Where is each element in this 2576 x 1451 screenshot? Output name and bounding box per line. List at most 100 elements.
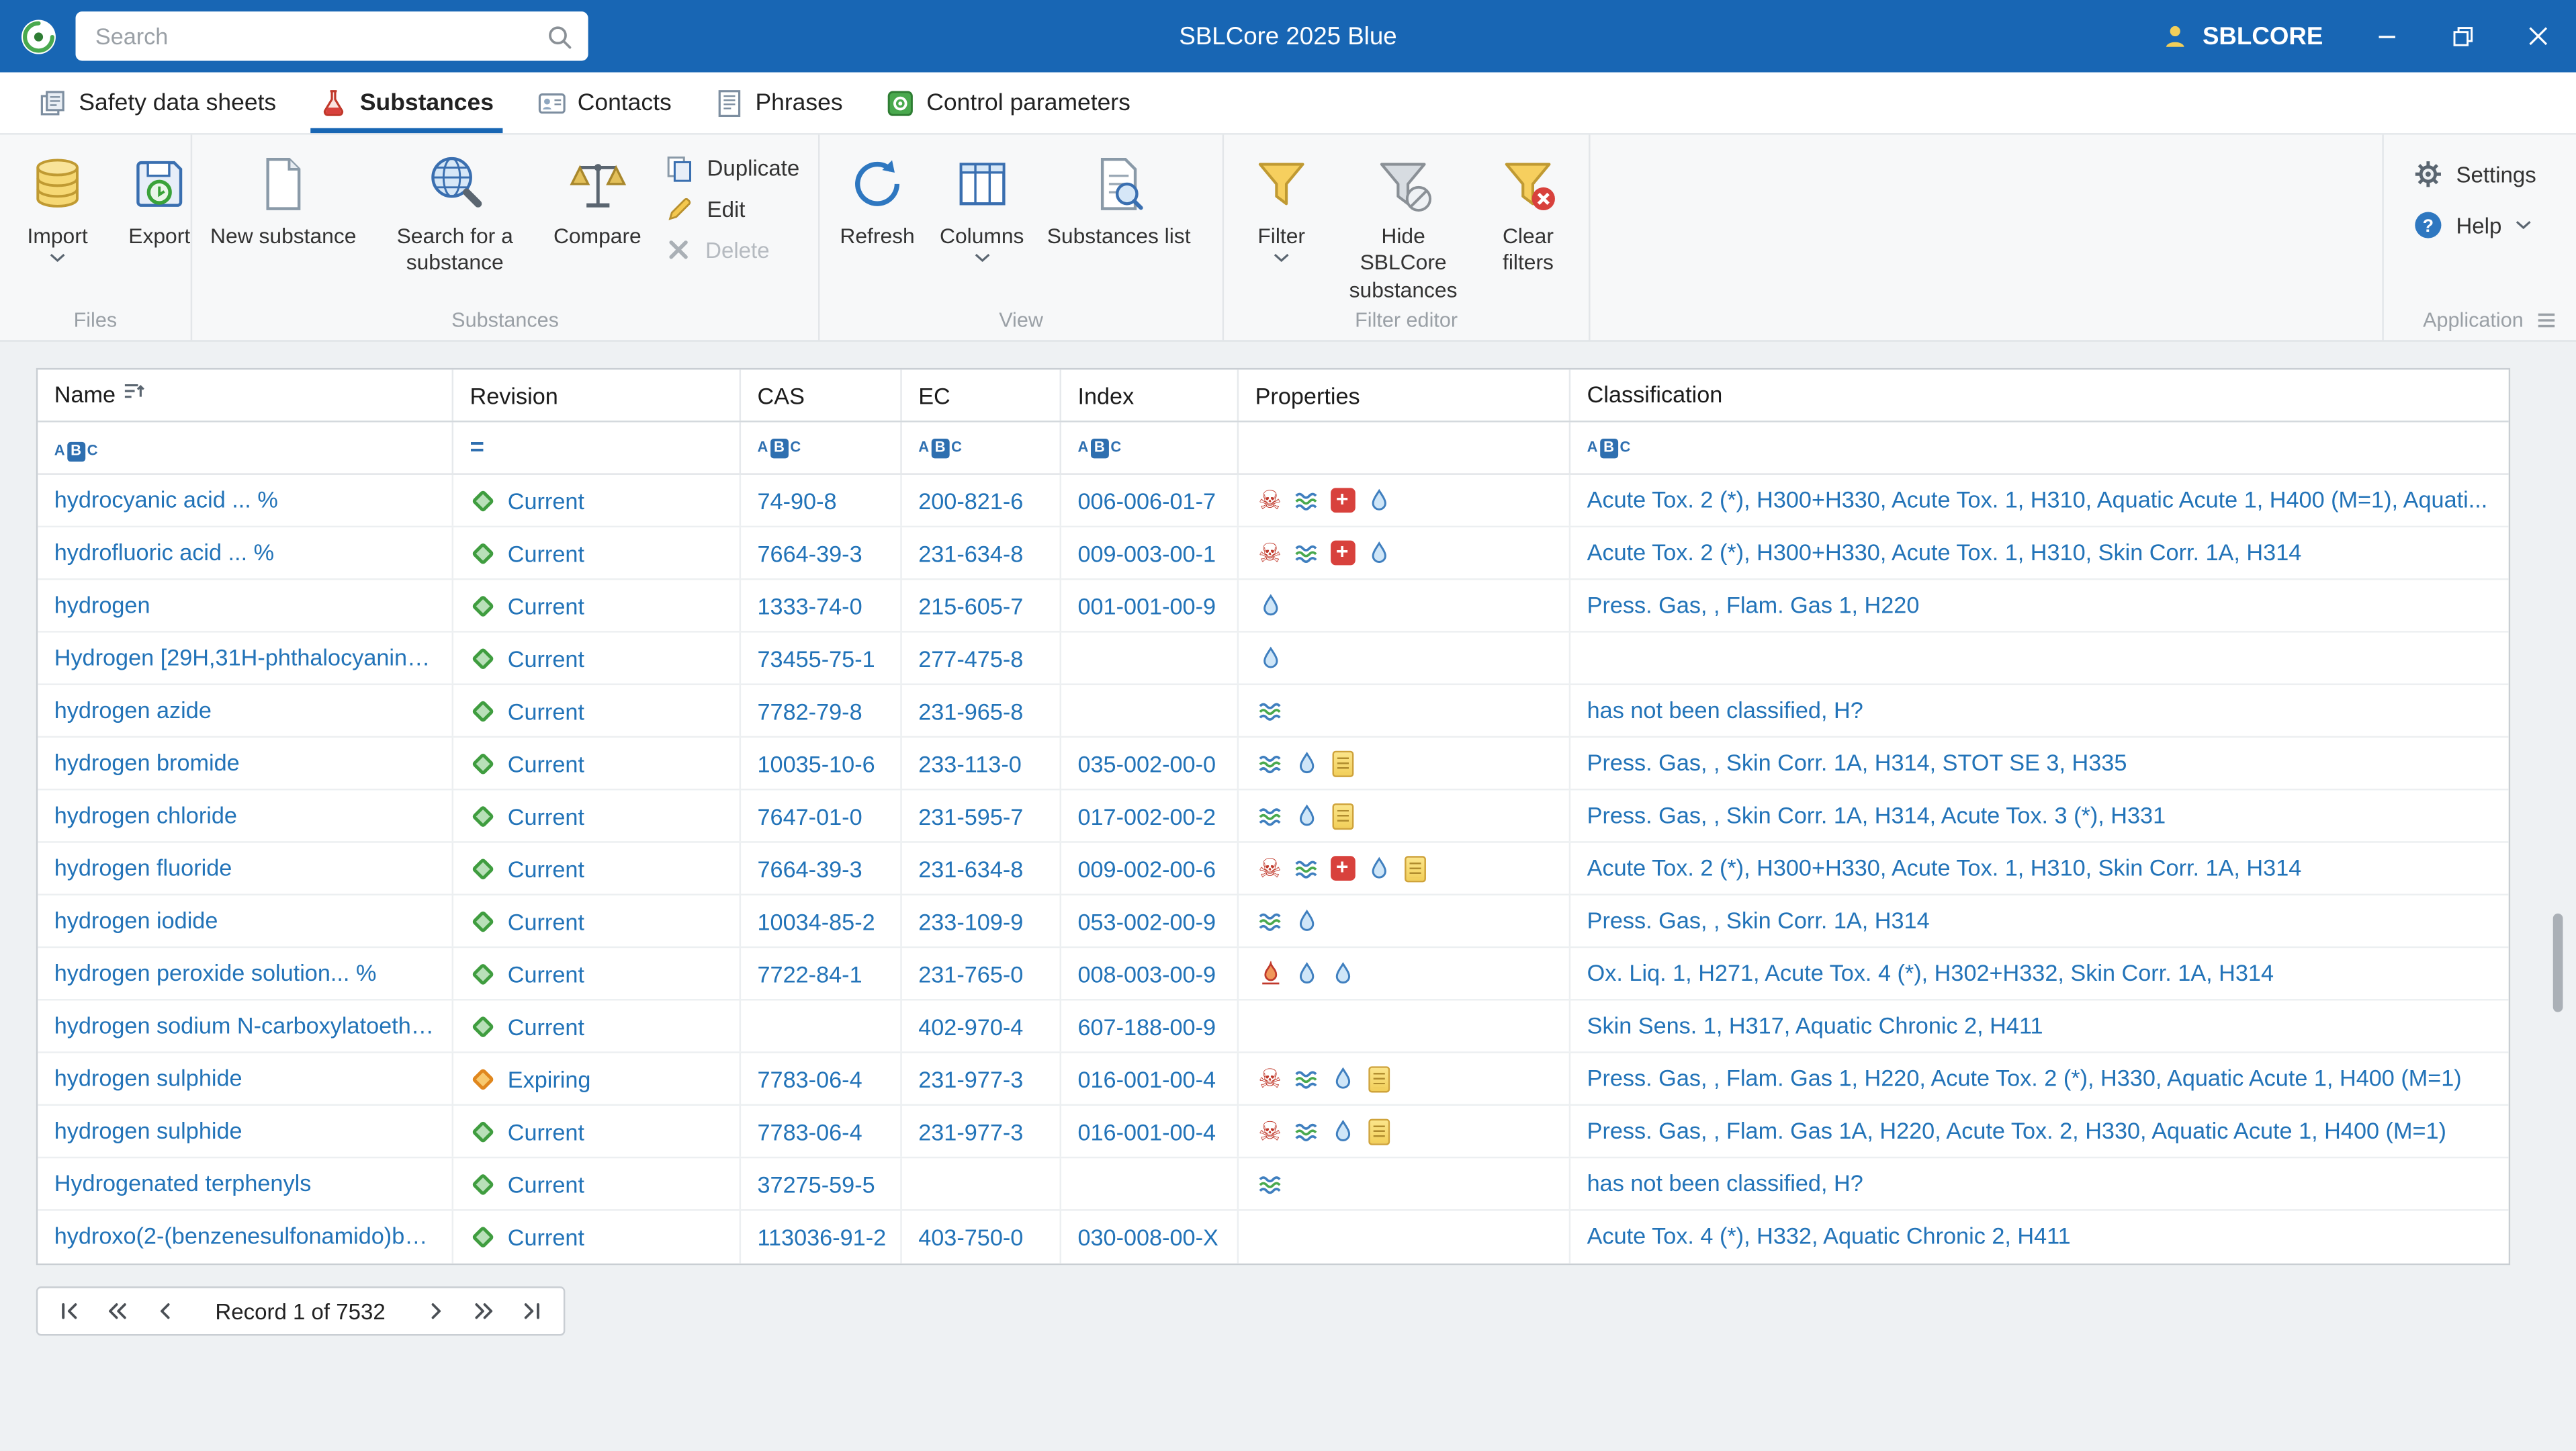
tab-phrases[interactable]: Phrases (693, 73, 864, 133)
table-row[interactable]: hydrogen sulphide Expiring 7783-06-4 231-97… (38, 1053, 2509, 1106)
settings-button[interactable]: Settings (2413, 159, 2536, 189)
minimize-button[interactable] (2349, 0, 2425, 73)
table-row[interactable]: hydrogen sodium N-carboxylatoethy... Curr… (38, 1000, 2509, 1053)
previous-page-button[interactable] (93, 1290, 141, 1333)
table-row[interactable]: hydrogen fluoride Current 7664-39-3 231-634… (38, 842, 2509, 895)
cas-cell: 7664-39-3 (741, 527, 902, 578)
clear-filters-button[interactable]: Clear filters (1474, 138, 1583, 277)
substance-name-cell[interactable]: hydrogen sulphide (38, 1106, 454, 1157)
filter-cell-properties[interactable] (1239, 422, 1571, 474)
compare-button[interactable]: Compare (542, 138, 653, 250)
first-record-button[interactable] (46, 1290, 93, 1333)
environment-hazard-icon (1255, 1169, 1285, 1198)
menu-icon[interactable] (2536, 312, 2556, 328)
substance-name-cell[interactable]: hydrogen (38, 580, 454, 631)
column-header-cas[interactable]: CAS (741, 369, 902, 421)
search-input[interactable] (95, 23, 546, 50)
duplicate-copy-icon (666, 155, 694, 183)
edit-button[interactable]: Edit (666, 195, 799, 224)
index-cell (1061, 1158, 1239, 1210)
tab-control-parameters[interactable]: Control parameters (864, 73, 1151, 133)
revision-cell: Current (453, 842, 742, 894)
substance-name-cell[interactable]: hydrogen bromide (38, 738, 454, 789)
substance-name-cell[interactable]: hydrogen iodide (38, 895, 454, 947)
substance-name-cell[interactable]: hydrofluoric acid ... % (38, 527, 454, 578)
global-search-box[interactable] (75, 11, 588, 61)
duplicate-button[interactable]: Duplicate (666, 155, 799, 183)
close-button[interactable] (2500, 0, 2576, 73)
substance-name-cell[interactable]: hydrogen fluoride (38, 842, 454, 894)
cas-cell: 1333-74-0 (741, 580, 902, 631)
filter-cell-name[interactable]: ABC (38, 422, 454, 474)
substance-name-cell[interactable]: hydrogen azide (38, 685, 454, 736)
table-row[interactable]: Hydrogenated terphenyls Current 37275-59-5… (38, 1158, 2509, 1211)
table-row[interactable]: hydrogen sulphide Current 7783-06-4 231-977… (38, 1106, 2509, 1159)
module-tab-bar: Safety data sheets Substances Contacts P… (0, 72, 2576, 135)
hide-sblcore-substances-button[interactable]: Hide SBLCore substances (1333, 138, 1474, 303)
substance-name-cell[interactable]: Hydrogen [29H,31H-phthalocyanine... (38, 632, 454, 684)
filter-cell-index[interactable]: ABC (1061, 422, 1239, 474)
new-substance-button[interactable]: New substance (199, 138, 368, 250)
toxic-skull-icon: ☠ (1258, 1063, 1282, 1094)
droplet-icon (1291, 801, 1321, 830)
properties-cell (1239, 790, 1571, 842)
classification-cell: Press. Gas, , Skin Corr. 1A, H314 (1587, 907, 1930, 934)
user-account-button[interactable]: SBLCORE (2160, 21, 2323, 51)
refresh-button[interactable]: Refresh (826, 138, 928, 250)
substance-name-cell[interactable]: hydrogen chloride (38, 790, 454, 842)
svg-text:?: ? (2423, 216, 2434, 236)
oxidizer-flame-icon (1255, 959, 1285, 988)
filter-cell-cas[interactable]: ABC (741, 422, 902, 474)
tab-substances[interactable]: Substances (298, 73, 515, 134)
substance-name-cell[interactable]: Hydrogenated terphenyls (38, 1158, 454, 1210)
tab-contacts[interactable]: Contacts (515, 73, 693, 133)
import-button[interactable]: Import (7, 138, 109, 263)
filter-cell-classification[interactable]: ABC (1570, 423, 2509, 474)
column-header-properties[interactable]: Properties (1239, 369, 1571, 421)
table-row[interactable]: hydrogen bromide Current 10035-10-6 233-113… (38, 738, 2509, 791)
next-page-button[interactable] (459, 1290, 507, 1333)
delete-button[interactable]: Delete (666, 236, 799, 263)
column-header-classification[interactable]: Classification (1570, 369, 2509, 421)
tab-safety-data-sheets[interactable]: Safety data sheets (16, 73, 297, 133)
filter-button[interactable]: Filter (1231, 138, 1333, 263)
ec-cell: 233-113-0 (902, 738, 1061, 789)
last-record-button[interactable] (507, 1290, 555, 1333)
help-button[interactable]: ? Help (2413, 210, 2532, 240)
table-row[interactable]: hydrogen peroxide solution... % Current 77… (38, 948, 2509, 1001)
index-cell: 001-001-00-9 (1061, 580, 1239, 631)
properties-cell: ☠ (1239, 1106, 1571, 1157)
table-row[interactable]: hydroxo(2-(benzenesulfonamido)be... Curre… (38, 1211, 2508, 1264)
droplet-icon (1255, 644, 1285, 673)
restore-button[interactable] (2425, 0, 2501, 73)
table-row[interactable]: hydrogen azide Current 7782-79-8 231-965-8 h… (38, 685, 2509, 738)
table-row[interactable]: hydrocyanic acid ... % Current 74-90-8 200-… (38, 474, 2509, 528)
table-row[interactable]: hydrofluoric acid ... % Current 7664-39-3 2… (38, 527, 2509, 580)
substance-name-cell[interactable]: hydrogen peroxide solution... % (38, 948, 454, 1000)
substance-name-cell[interactable]: hydrocyanic acid ... % (38, 474, 454, 526)
filter-cell-revision[interactable]: = (453, 422, 742, 474)
export-label: Export (128, 223, 191, 249)
table-filter-row: ABC = ABC ABC ABC ABC (38, 422, 2509, 475)
table-row[interactable]: hydrogen Current 1333-74-0 215-605-7 001-001… (38, 580, 2509, 633)
table-row[interactable]: hydrogen chloride Current 7647-01-0 231-595… (38, 790, 2509, 843)
note-icon (1400, 854, 1429, 883)
table-row[interactable]: hydrogen iodide Current 10034-85-2 233-109-… (38, 895, 2509, 949)
substances-list-button[interactable]: Substances list (1036, 138, 1202, 250)
columns-button[interactable]: Columns (928, 138, 1036, 263)
next-record-button[interactable] (412, 1290, 459, 1333)
table-row[interactable]: Hydrogen [29H,31H-phthalocyanine... Curre… (38, 632, 2509, 685)
vertical-scrollbar[interactable] (2550, 371, 2565, 1434)
search-substance-button[interactable]: Search for a substance (368, 138, 542, 277)
substance-name-cell[interactable]: hydroxo(2-(benzenesulfonamido)be... (38, 1211, 454, 1264)
filter-cell-ec[interactable]: ABC (902, 422, 1061, 474)
properties-cell (1239, 1158, 1571, 1210)
column-header-revision[interactable]: Revision (453, 369, 742, 421)
column-header-index[interactable]: Index (1061, 369, 1239, 421)
scrollbar-thumb[interactable] (2552, 913, 2563, 1012)
column-header-name[interactable]: Name (38, 369, 454, 421)
column-header-ec[interactable]: EC (902, 369, 1061, 421)
substance-name-cell[interactable]: hydrogen sodium N-carboxylatoethy... (38, 1000, 454, 1052)
previous-record-button[interactable] (141, 1290, 189, 1333)
substance-name-cell[interactable]: hydrogen sulphide (38, 1053, 454, 1104)
